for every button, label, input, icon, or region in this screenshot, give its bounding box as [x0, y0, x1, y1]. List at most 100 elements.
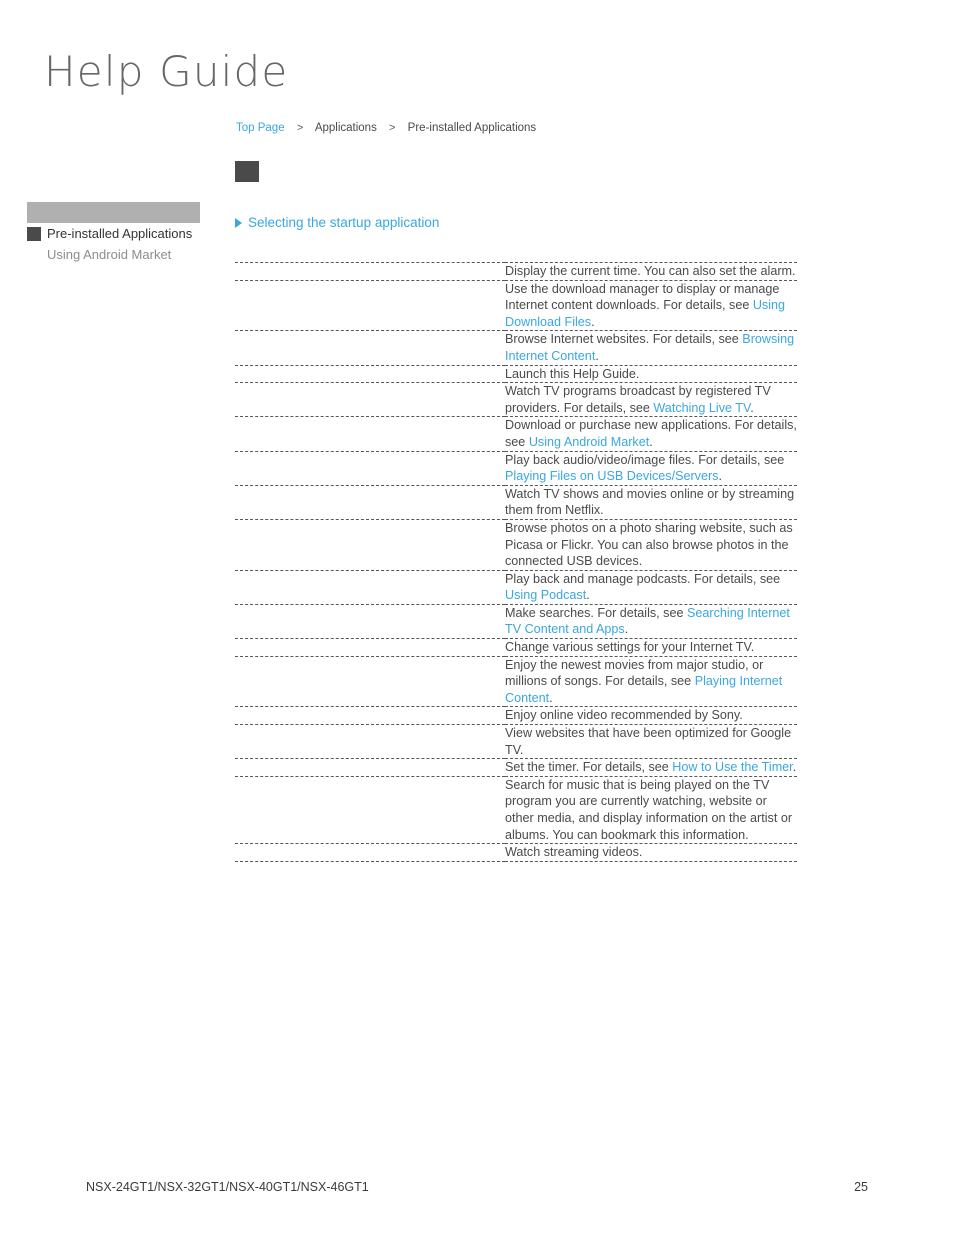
description-text: Watch streaming videos.	[505, 845, 643, 860]
table-body: Display the current time. You can also s…	[235, 263, 797, 862]
application-icon-cell	[235, 639, 505, 657]
breadcrumb-item-top-page[interactable]: Top Page	[236, 122, 285, 134]
application-description-cell: Watch TV programs broadcast by registere…	[505, 383, 797, 417]
application-description-cell: Search for music that is being played on…	[505, 776, 797, 843]
application-description-cell: Use the download manager to display or m…	[505, 280, 797, 331]
application-icon-cell	[235, 417, 505, 451]
description-link[interactable]: Playing Files on USB Devices/Servers	[505, 469, 718, 483]
triangle-right-icon	[235, 218, 242, 228]
table-row: Change various settings for your Interne…	[235, 639, 797, 657]
description-text: .	[586, 588, 590, 603]
table-row: Browse photos on a photo sharing website…	[235, 519, 797, 571]
application-description-cell: Enjoy the newest movies from major studi…	[505, 656, 797, 707]
description-text: .	[792, 760, 797, 775]
description-text: Play back and manage podcasts. For detai…	[505, 571, 781, 586]
table-row: Launch this Help Guide.	[235, 365, 797, 383]
application-icon-cell	[235, 519, 505, 570]
application-icon-cell	[235, 604, 505, 638]
application-icon-cell	[235, 383, 505, 417]
sidebar-item-pre-installed-applications[interactable]: Pre-installed Applications	[27, 224, 227, 244]
application-icon-cell	[235, 707, 505, 725]
application-description-cell: Make searches. For details, see Searchin…	[505, 604, 797, 638]
page-title: Help Guide	[44, 47, 289, 96]
application-description-cell: Browse photos on a photo sharing website…	[505, 519, 797, 570]
section-title-image-placeholder	[235, 161, 259, 182]
description-text: .	[649, 434, 653, 449]
description-text: Enjoy online video recommended by Sony.	[505, 708, 743, 723]
table-row: Play back and manage podcasts. For detai…	[235, 570, 797, 605]
description-text: Change various settings for your Interne…	[505, 640, 755, 655]
table-row: Enjoy the newest movies from major studi…	[235, 656, 797, 707]
description-text: Display the current time. You can also s…	[505, 264, 796, 278]
description-text: Search for music that is being played on…	[505, 777, 793, 842]
square-marker-icon	[27, 227, 41, 241]
table-row: Browse Internet websites. For details, s…	[235, 331, 797, 366]
table-row: Download or purchase new applications. F…	[235, 417, 797, 452]
application-icon-cell	[235, 451, 505, 485]
table-row: Make searches. For details, see Searchin…	[235, 604, 797, 639]
application-description-cell: Play back audio/video/image files. For d…	[505, 451, 797, 485]
startup-application-link-row[interactable]: Selecting the startup application	[235, 214, 797, 232]
link-selecting-the-startup-application[interactable]: Selecting the startup application	[248, 214, 439, 232]
description-link[interactable]: Watching Live TV	[653, 401, 750, 415]
application-description-cell: View websites that have been optimized f…	[505, 725, 797, 759]
breadcrumb-item-pre-installed-applications: Pre-installed Applications	[407, 122, 537, 134]
application-description-cell: Change various settings for your Interne…	[505, 639, 797, 657]
description-link[interactable]: How to Use the Timer	[672, 760, 792, 774]
table-row: Watch TV shows and movies online or by s…	[235, 485, 797, 520]
application-description-cell: Display the current time. You can also s…	[505, 263, 797, 281]
footer-page-number: 25	[854, 1180, 868, 1194]
sidebar-item-label: Pre-installed Applications	[47, 226, 193, 241]
application-icon-cell	[235, 570, 505, 604]
description-text: Browse Internet websites. For details, s…	[505, 332, 743, 347]
application-description-cell: Watch TV shows and movies online or by s…	[505, 485, 797, 519]
application-icon-cell	[235, 331, 505, 365]
application-icon-cell	[235, 776, 505, 843]
description-text: Set the timer. For details, see	[505, 760, 673, 775]
description-text: .	[591, 314, 595, 329]
description-text: .	[718, 469, 722, 484]
application-icon-cell	[235, 725, 505, 759]
main-content: Selecting the startup application Displa…	[235, 161, 797, 862]
breadcrumb-separator: >	[296, 122, 304, 134]
description-text: View websites that have been optimized f…	[505, 726, 792, 757]
application-icon-cell	[235, 365, 505, 383]
application-icon-cell	[235, 656, 505, 707]
description-text: Make searches. For details, see	[505, 605, 687, 620]
sidebar-item-label: Using Android Market	[47, 247, 172, 262]
sidebar: Pre-installed Applications Using Android…	[27, 202, 227, 265]
table-row: View websites that have been optimized f…	[235, 725, 797, 759]
application-description-cell: Play back and manage podcasts. For detai…	[505, 570, 797, 604]
sidebar-item-using-android-market[interactable]: Using Android Market	[27, 245, 227, 265]
page-footer: NSX-24GT1/NSX-32GT1/NSX-40GT1/NSX-46GT1 …	[86, 1180, 868, 1194]
application-description-cell: Launch this Help Guide.	[505, 365, 797, 383]
table-row: Search for music that is being played on…	[235, 776, 797, 844]
breadcrumb-separator: >	[389, 122, 396, 134]
application-description-cell: Download or purchase new applications. F…	[505, 417, 797, 451]
pre-installed-applications-table: Display the current time. You can also s…	[235, 262, 797, 862]
footer-model-numbers: NSX-24GT1/NSX-32GT1/NSX-40GT1/NSX-46GT1	[86, 1180, 369, 1194]
application-description-cell: Set the timer. For details, see How to U…	[505, 759, 797, 777]
application-icon-cell	[235, 844, 505, 862]
description-text: .	[549, 690, 553, 705]
breadcrumb: Top Page > Applications > Pre-installed …	[236, 120, 536, 136]
application-description-cell: Watch streaming videos.	[505, 844, 797, 862]
description-text: Browse photos on a photo sharing website…	[505, 520, 793, 569]
table-row: Watch TV programs broadcast by registere…	[235, 383, 797, 417]
table-row: Play back audio/video/image files. For d…	[235, 451, 797, 486]
sidebar-header-bar	[27, 202, 200, 223]
application-icon-cell	[235, 280, 505, 331]
table-row: Display the current time. You can also s…	[235, 263, 797, 281]
page-header: Help Guide	[44, 46, 444, 100]
table-row: Watch streaming videos.	[235, 844, 797, 862]
description-link[interactable]: Using Android Market	[529, 435, 649, 449]
description-text: .	[595, 348, 599, 363]
description-text: Use the download manager to display or m…	[505, 281, 780, 313]
table-row: Set the timer. For details, see How to U…	[235, 759, 797, 777]
table-row: Use the download manager to display or m…	[235, 280, 797, 331]
application-description-cell: Browse Internet websites. For details, s…	[505, 331, 797, 365]
description-link[interactable]: Using Podcast	[505, 588, 586, 602]
description-text: .	[624, 622, 629, 637]
breadcrumb-item-applications: Applications	[314, 122, 377, 134]
description-text: Launch this Help Guide.	[505, 366, 640, 381]
